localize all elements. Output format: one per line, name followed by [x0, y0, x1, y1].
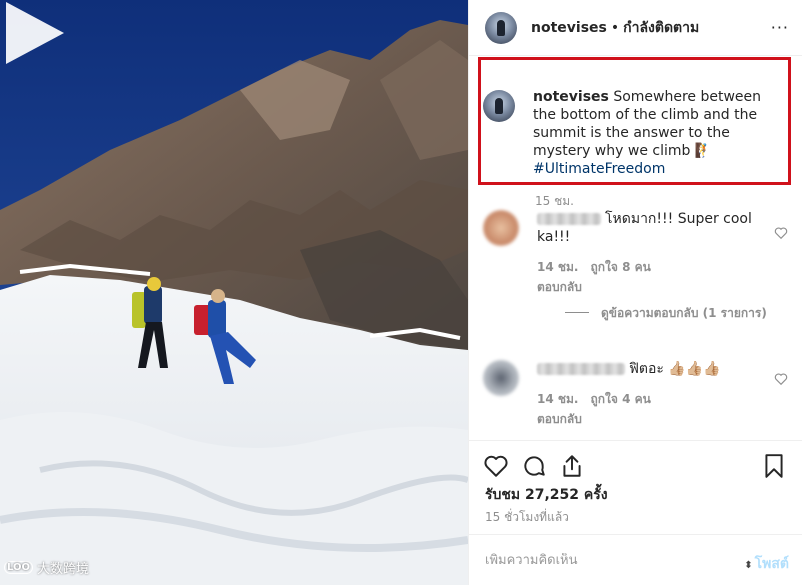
comment-time: 14 ชม. [537, 392, 579, 406]
post-sidebar: notevises • กำลังติดตาม ··· notevises So… [468, 0, 802, 585]
view-count[interactable]: รับชม 27,252 ครั้ง [485, 484, 608, 506]
post-video[interactable]: LOO 大数跨境 [0, 0, 468, 585]
comment-avatar[interactable] [483, 210, 519, 246]
post-button-label: โพสต์ [754, 556, 789, 572]
instagram-post: LOO 大数跨境 notevises • กำลังติดตาม ··· not… [0, 0, 802, 585]
watermark: LOO 大数跨境 [4, 558, 89, 577]
ellipsis-icon[interactable]: ··· [771, 18, 789, 37]
comment-time: 14 ชม. [537, 260, 579, 274]
comment-body: ฟิตอะ 👍🏼👍🏼👍🏼 14 ชม. ถูกใจ 4 คน ตอบกลับ [537, 360, 757, 428]
add-comment-input[interactable] [485, 552, 715, 568]
action-bar [469, 440, 802, 488]
comment-body: โหดมาก!!! Super cool ka!!! 14 ชม. ถูกใจ 8… [537, 210, 757, 296]
caption-time: 15 ชม. [535, 194, 574, 208]
caption: notevises Somewhere between the bottom o… [483, 88, 783, 178]
comment-likes[interactable]: ถูกใจ 8 คน [591, 260, 651, 274]
post-timestamp[interactable]: 15 ชั่วโมงที่แล้ว [485, 508, 569, 527]
replies-line [565, 312, 589, 313]
comment-likes[interactable]: ถูกใจ 4 คน [591, 392, 651, 406]
caption-username[interactable]: notevises [533, 89, 609, 105]
view-replies-text[interactable]: ดูข้อความตอบกลับ (1 รายการ) [601, 304, 767, 322]
comment-avatar[interactable] [483, 360, 519, 396]
add-comment-bar: ⬍โพสต์ [469, 534, 802, 585]
comment-username-blurred[interactable] [537, 213, 601, 225]
comment-item: ฟิตอะ 👍🏼👍🏼👍🏼 14 ชม. ถูกใจ 4 คน ตอบกลับ [483, 360, 783, 428]
comment-text: ฟิตอะ 👍🏼👍🏼👍🏼 [629, 361, 721, 377]
comment-like-heart-icon[interactable] [774, 372, 788, 386]
video-frame [0, 0, 468, 585]
sort-caret-icon: ⬍ [744, 560, 753, 571]
play-icon[interactable] [0, 0, 66, 66]
heart-icon[interactable] [483, 453, 509, 479]
post-comment-button[interactable]: ⬍ โพสต์ [744, 553, 789, 575]
caption-text-block: notevises Somewhere between the bottom o… [533, 88, 773, 178]
comment-icon[interactable] [521, 453, 547, 479]
avatar[interactable] [485, 11, 517, 44]
bookmark-icon[interactable] [761, 453, 787, 479]
view-replies-button[interactable]: ดูข้อความตอบกลับ (1 รายการ) [565, 304, 785, 322]
comment-meta: 14 ชม. ถูกใจ 8 คน [537, 258, 757, 276]
post-header: notevises • กำลังติดตาม ··· [469, 0, 802, 56]
comment-item: โหดมาก!!! Super cool ka!!! 14 ชม. ถูกใจ 8… [483, 210, 783, 296]
reply-button[interactable]: ตอบกลับ [537, 278, 757, 296]
comment-meta: 14 ชม. ถูกใจ 4 คน [537, 390, 757, 408]
header-username[interactable]: notevises [531, 20, 607, 36]
comment-like-heart-icon[interactable] [774, 226, 788, 240]
reply-button[interactable]: ตอบกลับ [537, 410, 757, 428]
separator-dot: • [610, 19, 620, 36]
caption-avatar[interactable] [483, 90, 515, 122]
watermark-text: 大数跨境 [37, 562, 90, 577]
caption-hashtag[interactable]: #UltimateFreedom [533, 161, 665, 177]
watermark-logo: LOO [4, 561, 34, 574]
following-button[interactable]: กำลังติดตาม [623, 17, 699, 39]
comment-username-blurred[interactable] [537, 363, 625, 375]
share-icon[interactable] [559, 453, 585, 479]
